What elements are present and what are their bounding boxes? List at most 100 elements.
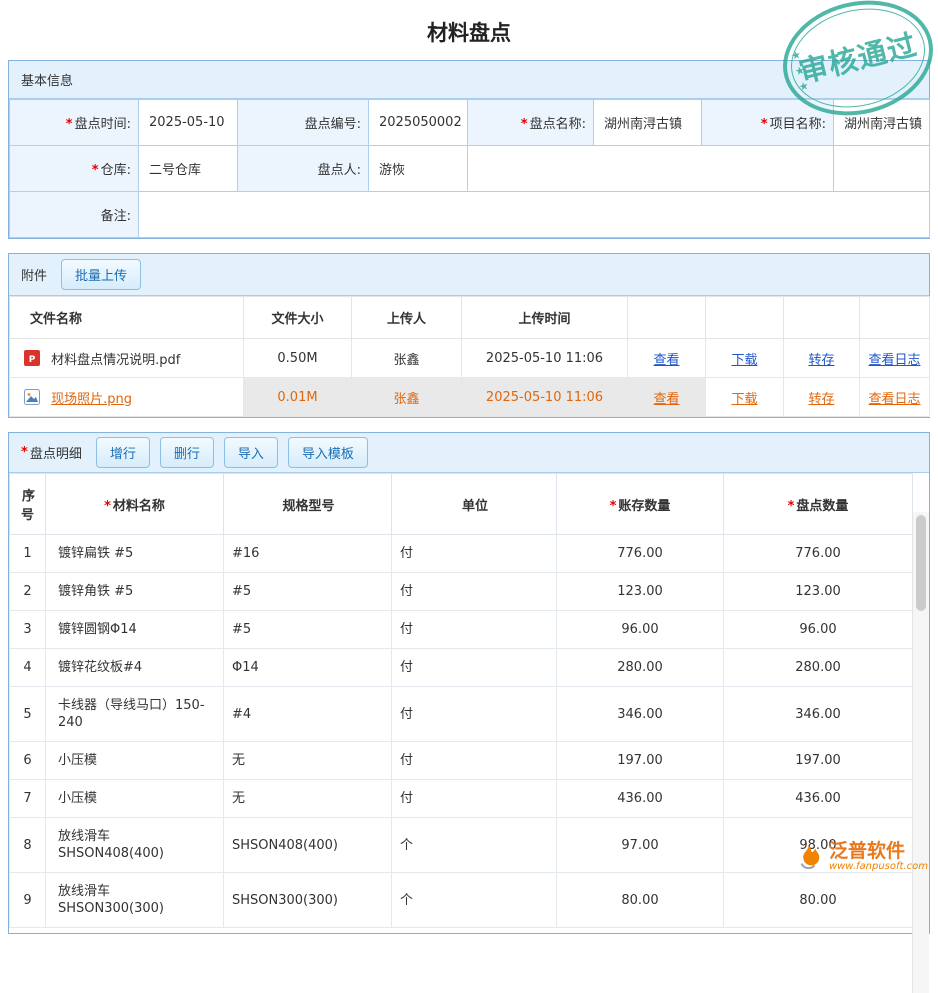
basic-info-table: *盘点时间: 2025-05-10 盘点编号: 2025050002 *盘点名称… bbox=[9, 99, 930, 238]
uploader-cell: 张鑫 bbox=[352, 378, 462, 417]
detail-row: 7 小压模 无 付 436.00 436.00 bbox=[10, 780, 913, 818]
count-qty-cell: 197.00 bbox=[724, 742, 913, 780]
attachment-row: P 材料盘点情况说明.pdf 0.50M 张鑫 2025-05-10 11:06… bbox=[10, 339, 930, 378]
detail-body: 序号 *材料名称 规格型号 单位 *账存数量 *盘点数量 1 镀锌扁铁 #5 #… bbox=[9, 473, 929, 933]
empty-cell bbox=[834, 146, 930, 192]
detail-row: 8 放线滑车 SHSON408(400) SHSON408(400) 个 97.… bbox=[10, 818, 913, 873]
vertical-scrollbar[interactable] bbox=[912, 512, 929, 993]
upload-time-cell: 2025-05-10 11:06 bbox=[462, 339, 628, 378]
basic-info-title: 基本信息 bbox=[21, 70, 73, 89]
count-qty-cell: 346.00 bbox=[724, 687, 913, 742]
warehouse-value: 二号仓库 bbox=[139, 146, 238, 192]
detail-table: 序号 *材料名称 规格型号 单位 *账存数量 *盘点数量 1 镀锌扁铁 #5 #… bbox=[9, 473, 913, 928]
col-action bbox=[860, 297, 930, 339]
col-unit: 单位 bbox=[392, 474, 557, 535]
row-no: 9 bbox=[10, 873, 46, 928]
project-name-value: 湖州南浔古镇 bbox=[834, 100, 930, 146]
book-qty-cell: 123.00 bbox=[557, 573, 724, 611]
detail-row: 6 小压模 无 付 197.00 197.00 bbox=[10, 742, 913, 780]
check-time-value: 2025-05-10 bbox=[139, 100, 238, 146]
detail-header: * 盘点明细 增行 删行 导入 导入模板 bbox=[9, 433, 929, 473]
remark-label: 备注: bbox=[10, 192, 139, 238]
view-log-link[interactable]: 查看日志 bbox=[868, 353, 920, 368]
book-qty-cell: 97.00 bbox=[557, 818, 724, 873]
spec-cell: SHSON300(300) bbox=[224, 873, 392, 928]
row-no: 3 bbox=[10, 611, 46, 649]
view-log-link[interactable]: 查看日志 bbox=[868, 392, 920, 407]
book-qty-cell: 776.00 bbox=[557, 535, 724, 573]
check-no-label: 盘点编号: bbox=[238, 100, 369, 146]
spec-cell: 无 bbox=[224, 780, 392, 818]
import-template-button[interactable]: 导入模板 bbox=[288, 437, 368, 468]
row-no: 4 bbox=[10, 649, 46, 687]
row-no: 8 bbox=[10, 818, 46, 873]
check-name-label: *盘点名称: bbox=[468, 100, 594, 146]
check-no-value: 2025050002 bbox=[369, 100, 468, 146]
book-qty-cell: 346.00 bbox=[557, 687, 724, 742]
attachment-row-selected: 现场照片.png 0.01M 张鑫 2025-05-10 11:06 查看 下载… bbox=[10, 378, 930, 417]
col-spec: 规格型号 bbox=[224, 474, 392, 535]
add-row-button[interactable]: 增行 bbox=[96, 437, 150, 468]
col-file-size: 文件大小 bbox=[244, 297, 352, 339]
material-name-cell: 放线滑车 SHSON408(400) bbox=[46, 818, 224, 873]
material-name-cell: 卡线器（导线马口）150-240 bbox=[46, 687, 224, 742]
file-name-cell: P 材料盘点情况说明.pdf bbox=[10, 339, 244, 378]
attachments-header: 附件 批量上传 bbox=[9, 254, 929, 296]
remark-value bbox=[139, 192, 930, 238]
import-button[interactable]: 导入 bbox=[224, 437, 278, 468]
spec-cell: #5 bbox=[224, 611, 392, 649]
unit-cell: 个 bbox=[392, 873, 557, 928]
attachments-table: 文件名称 文件大小 上传人 上传时间 P 材料盘点情况说明.pdf 0.50M … bbox=[9, 296, 930, 417]
check-time-label: *盘点时间: bbox=[10, 100, 139, 146]
book-qty-cell: 436.00 bbox=[557, 780, 724, 818]
detail-row: 9 放线滑车 SHSON300(300) SHSON300(300) 个 80.… bbox=[10, 873, 913, 928]
view-link[interactable]: 查看 bbox=[653, 353, 679, 368]
detail-panel: * 盘点明细 增行 删行 导入 导入模板 序号 *材料名称 规格型号 单位 *账… bbox=[8, 432, 930, 934]
transfer-link[interactable]: 转存 bbox=[808, 392, 834, 407]
warehouse-label: *仓库: bbox=[10, 146, 139, 192]
book-qty-cell: 80.00 bbox=[557, 873, 724, 928]
book-qty-cell: 197.00 bbox=[557, 742, 724, 780]
batch-upload-button[interactable]: 批量上传 bbox=[61, 259, 141, 290]
row-no: 6 bbox=[10, 742, 46, 780]
spec-cell: #4 bbox=[224, 687, 392, 742]
uploader-cell: 张鑫 bbox=[352, 339, 462, 378]
row-no: 5 bbox=[10, 687, 46, 742]
svg-text:P: P bbox=[29, 355, 36, 365]
view-link[interactable]: 查看 bbox=[653, 392, 679, 407]
count-qty-cell: 280.00 bbox=[724, 649, 913, 687]
check-name-value: 湖州南浔古镇 bbox=[594, 100, 702, 146]
unit-cell: 付 bbox=[392, 611, 557, 649]
detail-title: 盘点明细 bbox=[30, 443, 82, 462]
page-title: 材料盘点 bbox=[0, 0, 938, 60]
footer-logo: 泛普软件 www.fanpusoft.com bbox=[793, 841, 928, 872]
attachments-header-row: 文件名称 文件大小 上传人 上传时间 bbox=[10, 297, 930, 339]
download-link[interactable]: 下载 bbox=[731, 353, 757, 368]
detail-row: 3 镀锌圆钢Φ14 #5 付 96.00 96.00 bbox=[10, 611, 913, 649]
col-action bbox=[784, 297, 860, 339]
fanpu-logo-icon bbox=[793, 842, 823, 872]
scrollbar-thumb[interactable] bbox=[916, 515, 926, 611]
upload-time-cell: 2025-05-10 11:06 bbox=[462, 378, 628, 417]
transfer-link[interactable]: 转存 bbox=[808, 353, 834, 368]
book-qty-cell: 96.00 bbox=[557, 611, 724, 649]
detail-row: 2 镀锌角铁 #5 #5 付 123.00 123.00 bbox=[10, 573, 913, 611]
checker-value: 游恢 bbox=[369, 146, 468, 192]
col-upload-time: 上传时间 bbox=[462, 297, 628, 339]
brand-site: www.fanpusoft.com bbox=[829, 861, 928, 872]
unit-cell: 个 bbox=[392, 818, 557, 873]
checker-label: 盘点人: bbox=[238, 146, 369, 192]
delete-row-button[interactable]: 删行 bbox=[160, 437, 214, 468]
download-link[interactable]: 下载 bbox=[731, 392, 757, 407]
spec-cell: SHSON408(400) bbox=[224, 818, 392, 873]
count-qty-cell: 80.00 bbox=[724, 873, 913, 928]
brand-name: 泛普软件 bbox=[829, 841, 928, 861]
row-no: 1 bbox=[10, 535, 46, 573]
book-qty-cell: 280.00 bbox=[557, 649, 724, 687]
col-file-name: 文件名称 bbox=[10, 297, 244, 339]
basic-info-header: 基本信息 bbox=[9, 61, 929, 99]
material-name-cell: 放线滑车 SHSON300(300) bbox=[46, 873, 224, 928]
basic-info-panel: 基本信息 *盘点时间: 2025-05-10 盘点编号: 2025050002 … bbox=[8, 60, 930, 239]
image-file-icon bbox=[24, 389, 40, 405]
row-no: 2 bbox=[10, 573, 46, 611]
